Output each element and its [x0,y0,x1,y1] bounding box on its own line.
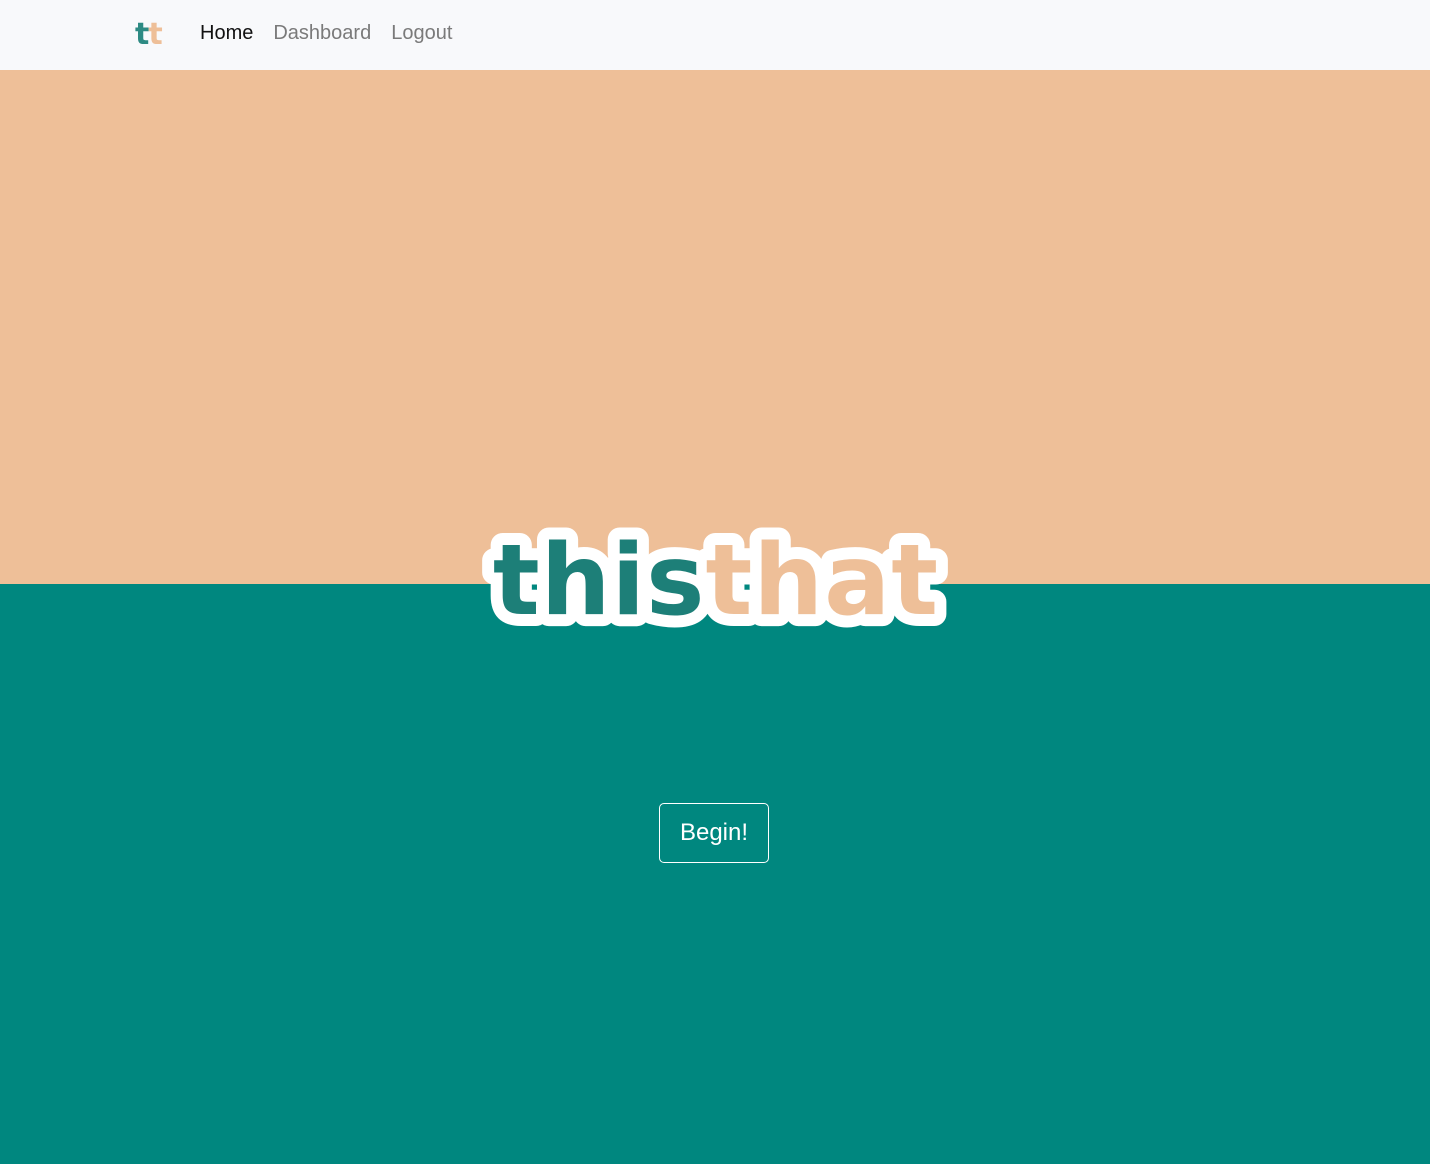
hero-bottom-panel [0,584,1430,1164]
thisthat-logo: thisthat thisthat [478,518,954,640]
logo-part-that: that [705,524,939,638]
brand-letter-teal: t [135,16,149,52]
begin-button[interactable]: Begin! [659,803,769,863]
nav-link-dashboard[interactable]: Dashboard [273,20,371,46]
thisthat-logo-graphic: thisthat thisthat [481,518,950,640]
logo-text: thisthat [493,524,939,638]
hero-top-panel [0,70,1430,584]
nav-link-home[interactable]: Home [200,20,253,46]
logo-part-this: this [493,524,706,638]
top-navbar: t t Home Dashboard Logout [0,0,1430,70]
brand-logo[interactable]: t t [135,14,163,54]
brand-letter-peach: t [148,16,162,52]
nav-link-logout[interactable]: Logout [391,20,452,46]
nav-links: Home Dashboard Logout [200,20,452,46]
